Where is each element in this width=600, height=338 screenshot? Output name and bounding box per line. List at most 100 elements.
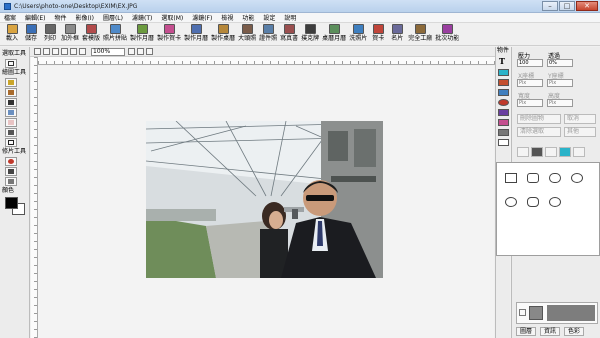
frame-object-icon[interactable] <box>498 79 509 86</box>
zoom-select[interactable]: 100% <box>91 47 125 56</box>
copy-object-icon[interactable] <box>545 147 557 157</box>
new-icon[interactable] <box>34 48 41 55</box>
toolbar-button[interactable]: 寫真書 <box>279 23 299 45</box>
draw-tools-title: 繪圖工具 <box>2 69 27 76</box>
pen-tool[interactable] <box>5 98 17 107</box>
image-object-icon[interactable] <box>559 147 571 157</box>
height-spinner[interactable]: Pix <box>547 99 573 107</box>
redeye-tool[interactable] <box>5 157 17 166</box>
sticker-object-icon[interactable] <box>498 109 509 116</box>
brush-tool[interactable] <box>5 88 17 97</box>
calendar-icon <box>190 24 202 34</box>
cancel-button[interactable]: 取消 <box>564 114 596 124</box>
tab-info[interactable]: 資訊 <box>540 327 561 336</box>
text-tool-icon[interactable]: T <box>496 56 510 66</box>
menu-filter[interactable]: 濾鏡(T) <box>132 13 152 22</box>
toolbar-button[interactable]: 儲存 <box>22 23 40 45</box>
toolbar-button[interactable]: 套模版 <box>81 23 101 45</box>
toolbar-button-label: 製作桌曆 <box>211 35 236 42</box>
y-spinner[interactable]: Pix <box>547 79 573 87</box>
toolbar-button[interactable]: 載入 <box>3 23 21 45</box>
layer-bar[interactable] <box>547 305 595 321</box>
shape-rounded-bubble[interactable] <box>527 173 539 183</box>
fit-icon[interactable] <box>79 48 86 55</box>
menu-image[interactable]: 影像(I) <box>76 13 94 22</box>
crop-icon[interactable] <box>52 48 59 55</box>
menu-file[interactable]: 檔案 <box>4 13 16 22</box>
clear-selection-button[interactable]: 清除選取 <box>517 127 561 137</box>
menu-select[interactable]: 選取(M) <box>161 13 183 22</box>
transparency-spinner[interactable]: 0% <box>547 59 573 67</box>
clipart-object-icon[interactable] <box>498 119 509 126</box>
menu-object[interactable]: 物件 <box>55 13 67 22</box>
toolbar-button[interactable]: 大頭照 <box>237 23 257 45</box>
rect-select-tool[interactable] <box>5 59 17 68</box>
shape-round-bubble[interactable] <box>571 173 583 183</box>
toolbar-button[interactable]: 照片拼貼 <box>102 23 128 45</box>
smudge-tool[interactable] <box>5 177 17 186</box>
toolbar-button-label: 載入 <box>5 35 18 42</box>
tab-layers[interactable]: 圖層 <box>516 327 537 336</box>
photo-image[interactable] <box>146 121 383 278</box>
canvas-area[interactable] <box>38 66 494 338</box>
maximize-button[interactable]: □ <box>559 1 575 11</box>
toolbar-button[interactable]: 名片 <box>388 23 406 45</box>
delete-object-icon[interactable] <box>531 147 543 157</box>
tab-color[interactable]: 色彩 <box>564 327 585 336</box>
toolbar-button[interactable]: 製作桌曆 <box>210 23 236 45</box>
menu-help[interactable]: 說明 <box>284 13 296 22</box>
size-spinner[interactable]: 100 <box>517 59 543 67</box>
menu-layer[interactable]: 圖層(L) <box>103 13 123 22</box>
toolbar-button[interactable]: 撲克牌 <box>300 23 320 45</box>
eraser-tool[interactable] <box>5 118 17 127</box>
delete-objects-button[interactable]: 刪除圖物 <box>517 114 561 124</box>
layer-visible-checkbox[interactable] <box>519 309 526 316</box>
toolbar-button[interactable]: 製作月曆 <box>183 23 209 45</box>
width-spinner[interactable]: Pix <box>517 99 543 107</box>
zoom-out-icon[interactable] <box>137 48 144 55</box>
toolbar-button[interactable]: 加外框 <box>60 23 80 45</box>
menu-view[interactable]: 檢視 <box>221 13 233 22</box>
pencil-tool[interactable] <box>5 78 17 87</box>
foreground-color-swatch[interactable] <box>5 197 18 209</box>
x-spinner[interactable]: Pix <box>517 79 543 87</box>
menu-function[interactable]: 功能 <box>242 13 254 22</box>
new-object-icon[interactable] <box>517 147 529 157</box>
flip-icon[interactable] <box>70 48 77 55</box>
zoom-in-icon[interactable] <box>128 48 135 55</box>
hand-icon[interactable] <box>146 48 153 55</box>
menu-edit[interactable]: 編輯(E) <box>25 13 45 22</box>
toolbar-button[interactable]: 洗照片 <box>348 23 368 45</box>
toolbar-button[interactable]: 批次功能 <box>434 23 460 45</box>
move-icon[interactable] <box>43 48 50 55</box>
shape-speech-bubble[interactable] <box>505 197 517 207</box>
toolbar-button[interactable]: 製作月曆 <box>129 23 155 45</box>
eyedropper-tool[interactable] <box>5 128 17 137</box>
rotate-icon[interactable] <box>61 48 68 55</box>
layer-thumbnail[interactable] <box>529 306 543 320</box>
rectangle-tool[interactable] <box>5 138 17 147</box>
shape-rectangle[interactable] <box>505 173 517 183</box>
arrange-object-icon[interactable] <box>573 147 585 157</box>
shape-oval-bubble[interactable] <box>549 173 561 183</box>
toolbar-button[interactable]: 賀卡 <box>369 23 387 45</box>
shape-cloud-bubble[interactable] <box>549 197 561 207</box>
menu-effect[interactable]: 濾鏡(F) <box>192 13 212 22</box>
toolbar-button[interactable]: 完全工廠 <box>407 23 433 45</box>
image-object-icon[interactable] <box>498 69 509 76</box>
menu-settings[interactable]: 設定 <box>263 13 275 22</box>
toolbar-button[interactable]: 證件照 <box>258 23 278 45</box>
toolbar-button[interactable]: 桌曆月曆 <box>321 23 347 45</box>
fill-tool[interactable] <box>5 108 17 117</box>
minimize-button[interactable]: – <box>542 1 558 11</box>
shape-object-icon[interactable] <box>498 89 509 96</box>
speech-bubble-icon[interactable] <box>498 139 509 146</box>
mask-object-icon[interactable] <box>498 129 509 136</box>
shape-thought-bubble[interactable] <box>527 197 539 207</box>
clone-tool[interactable] <box>5 167 17 176</box>
toolbar-button[interactable]: 製作賀卡 <box>156 23 182 45</box>
close-button[interactable]: ✕ <box>576 1 598 11</box>
toolbar-button[interactable]: 列印 <box>41 23 59 45</box>
other-button[interactable]: 其他 <box>564 127 596 137</box>
stamp-object-icon[interactable] <box>498 99 509 106</box>
